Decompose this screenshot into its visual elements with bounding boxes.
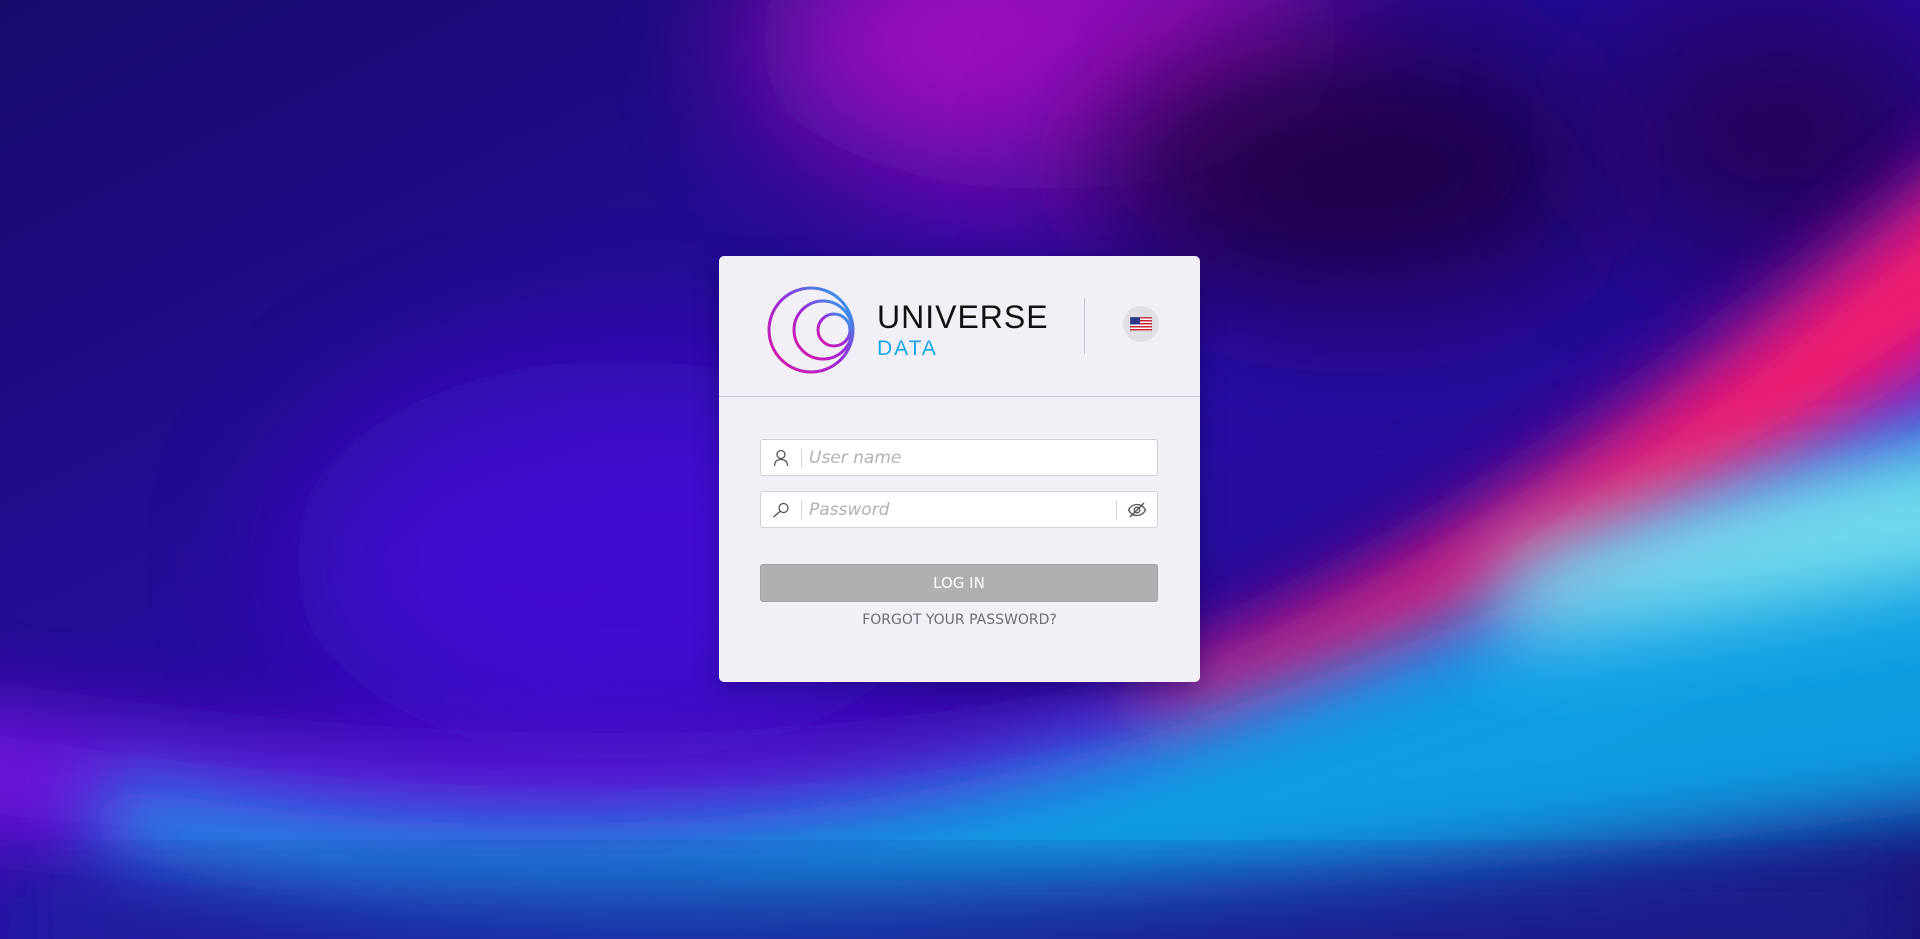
forgot-password-link[interactable]: FORGOT YOUR PASSWORD?: [719, 612, 1200, 628]
brand-subtitle: DATA: [877, 337, 938, 360]
toggle-password-visibility-button[interactable]: [1117, 492, 1157, 527]
brand-name: UNIVERSE: [877, 299, 1049, 335]
field-separator: [801, 449, 802, 467]
login-button[interactable]: LOG IN: [760, 564, 1158, 602]
language-selector-button[interactable]: [1123, 306, 1159, 342]
universe-logo-icon: [767, 286, 855, 374]
card-header: UNIVERSE DATA: [719, 256, 1200, 397]
header-divider: [1084, 298, 1085, 354]
eye-slash-icon: [1127, 502, 1147, 517]
key-icon: [761, 492, 801, 527]
password-field: [760, 491, 1158, 528]
us-flag-icon: [1130, 316, 1152, 332]
user-icon: [761, 440, 801, 475]
field-separator: [801, 501, 802, 519]
password-input[interactable]: [809, 492, 1099, 527]
login-card: UNIVERSE DATA User name LOG IN FORGOT YO…: [719, 256, 1200, 682]
username-field: [760, 439, 1158, 476]
username-input[interactable]: [809, 440, 1149, 475]
